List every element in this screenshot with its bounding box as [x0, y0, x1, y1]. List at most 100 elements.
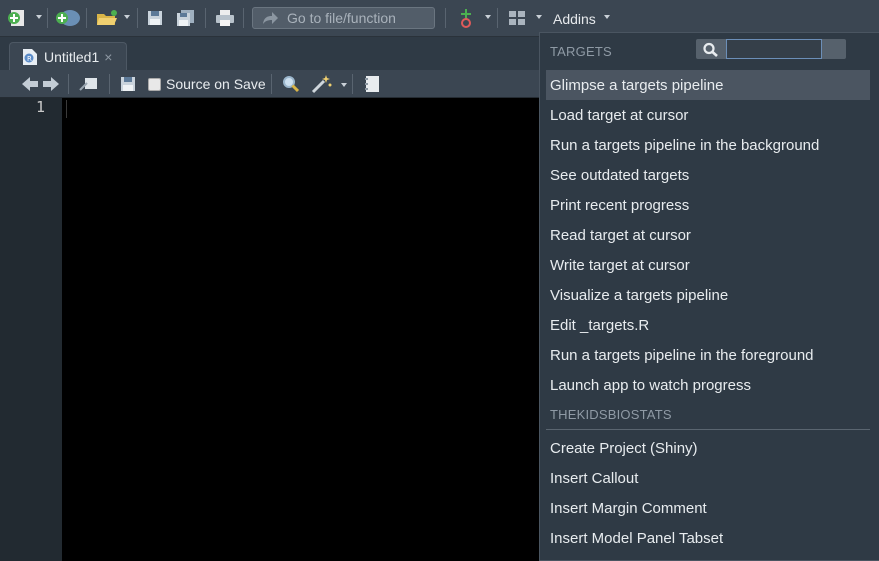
save-all-button[interactable] — [175, 7, 197, 29]
toolbar-divider — [271, 74, 272, 94]
toolbar-divider — [47, 8, 48, 28]
menu-item-insert-margin-comment[interactable]: Insert Margin Comment — [546, 493, 870, 523]
menu-item-label: Insert Callout — [550, 469, 639, 487]
arrow-right-icon — [43, 77, 59, 91]
go-to-placeholder: Go to file/function — [287, 10, 396, 26]
menu-item-label: Insert Margin Comment — [550, 499, 707, 517]
forward-button[interactable] — [41, 73, 61, 95]
show-in-new-window-button[interactable] — [78, 73, 100, 95]
code-tools-dropdown-caret[interactable] — [341, 83, 347, 87]
menu-item-label: Glimpse a targets pipeline — [550, 76, 724, 94]
menu-item-read-target[interactable]: Read target at cursor — [546, 220, 870, 250]
close-tab-icon[interactable]: × — [104, 49, 112, 65]
go-to-file-function-input[interactable]: Go to file/function — [252, 7, 435, 29]
arrow-left-icon — [22, 77, 38, 91]
new-file-button[interactable] — [6, 7, 28, 29]
menu-item-label: Run a targets pipeline in the background — [550, 136, 820, 154]
toolbar-divider — [137, 8, 138, 28]
text-cursor — [66, 100, 67, 118]
addins-search — [696, 39, 846, 59]
save-icon — [148, 11, 162, 25]
addins-dropdown-menu: TARGETS Glimpse a targets pipeline Load … — [539, 32, 879, 561]
menu-item-label: Visualize a targets pipeline — [550, 286, 729, 304]
section-header-thekidsbiostats: THEKIDSBIOSTATS — [550, 407, 672, 422]
open-file-button[interactable] — [94, 7, 120, 29]
toolbar-divider — [109, 74, 110, 94]
new-project-button[interactable] — [54, 7, 82, 29]
go-to-arrow-icon — [263, 12, 278, 24]
addins-dropdown-caret[interactable] — [604, 15, 610, 19]
find-replace-button[interactable] — [281, 73, 301, 95]
menu-item-insert-callout[interactable]: Insert Callout — [546, 463, 870, 493]
new-file-dropdown-caret[interactable] — [36, 15, 42, 19]
toolbar-divider — [352, 74, 353, 94]
toolbar-divider — [68, 74, 69, 94]
version-control-dropdown-caret[interactable] — [485, 15, 491, 19]
menu-item-load-target[interactable]: Load target at cursor — [546, 100, 870, 130]
menu-item-label: Print recent progress — [550, 196, 690, 214]
back-button[interactable] — [20, 73, 40, 95]
save-button[interactable] — [145, 7, 165, 29]
folder-open-icon — [97, 10, 117, 25]
addins-label: Addins — [553, 11, 596, 27]
notebook-icon — [365, 76, 379, 92]
version-control-button[interactable] — [456, 7, 476, 29]
menu-item-label: Write target at cursor — [550, 256, 690, 274]
addins-menu-button[interactable]: Addins — [553, 11, 596, 27]
toolbar-divider — [205, 8, 206, 28]
line-number-gutter: 1 — [0, 98, 62, 561]
menu-item-label: Insert Model Panel Tabset — [550, 529, 724, 547]
search-icon — [703, 42, 718, 57]
addins-search-input[interactable] — [726, 39, 822, 59]
line-number: 1 — [35, 98, 45, 116]
menu-item-label: Load target at cursor — [550, 106, 689, 124]
grid-panes-icon — [509, 11, 525, 25]
menu-item-glimpse-pipeline[interactable]: Glimpse a targets pipeline — [546, 70, 870, 100]
source-on-save-checkbox[interactable] — [148, 77, 161, 91]
workspace-panes-button[interactable] — [506, 7, 528, 29]
menu-item-label: See outdated targets — [550, 166, 690, 184]
section-header-targets: TARGETS — [550, 44, 612, 59]
source-on-save-label: Source on Save — [166, 76, 266, 92]
r-file-icon: R — [23, 49, 37, 65]
print-button[interactable] — [214, 7, 236, 29]
menu-item-run-foreground[interactable]: Run a targets pipeline in the foreground — [546, 340, 870, 370]
code-tools-button[interactable] — [310, 73, 334, 95]
new-file-icon — [8, 10, 24, 26]
menu-item-label: Launch app to watch progress — [550, 376, 751, 394]
svg-text:R: R — [27, 55, 32, 63]
toolbar-divider — [243, 8, 244, 28]
menu-item-label: Create Project (Shiny) — [550, 439, 698, 457]
popout-window-icon — [79, 78, 97, 91]
menu-item-print-progress[interactable]: Print recent progress — [546, 190, 870, 220]
menu-item-edit-targets-r[interactable]: Edit _targets.R — [546, 310, 870, 340]
toolbar-divider — [497, 8, 498, 28]
new-project-icon — [56, 10, 80, 26]
tab-label: Untitled1 — [44, 48, 100, 65]
menu-item-launch-app[interactable]: Launch app to watch progress — [546, 370, 870, 400]
menu-item-insert-model-panel-tabset[interactable]: Insert Model Panel Tabset — [546, 523, 870, 553]
workspace-panes-dropdown-caret[interactable] — [536, 15, 542, 19]
menu-item-visualize-pipeline[interactable]: Visualize a targets pipeline — [546, 280, 870, 310]
magic-wand-icon — [311, 75, 332, 94]
git-icon — [461, 9, 471, 28]
editor-save-button[interactable] — [118, 73, 138, 95]
open-file-dropdown-caret[interactable] — [124, 15, 130, 19]
menu-item-label: Read target at cursor — [550, 226, 691, 244]
save-all-icon — [177, 10, 194, 26]
menu-divider — [546, 429, 870, 430]
save-icon — [121, 77, 135, 91]
menu-item-label: Edit _targets.R — [550, 316, 650, 334]
magnifier-icon — [283, 76, 300, 93]
printer-icon — [216, 10, 234, 26]
menu-item-create-project-shiny[interactable]: Create Project (Shiny) — [546, 433, 870, 463]
compile-report-button[interactable] — [362, 73, 382, 95]
toolbar-divider — [86, 8, 87, 28]
menu-item-label: Run a targets pipeline in the foreground — [550, 346, 814, 364]
menu-item-write-target[interactable]: Write target at cursor — [546, 250, 870, 280]
source-on-save-toggle[interactable]: Source on Save — [148, 76, 266, 92]
menu-item-run-background[interactable]: Run a targets pipeline in the background — [546, 130, 870, 160]
tab-untitled1[interactable]: R Untitled1 × — [9, 42, 127, 70]
toolbar-divider — [445, 8, 446, 28]
menu-item-see-outdated[interactable]: See outdated targets — [546, 160, 870, 190]
